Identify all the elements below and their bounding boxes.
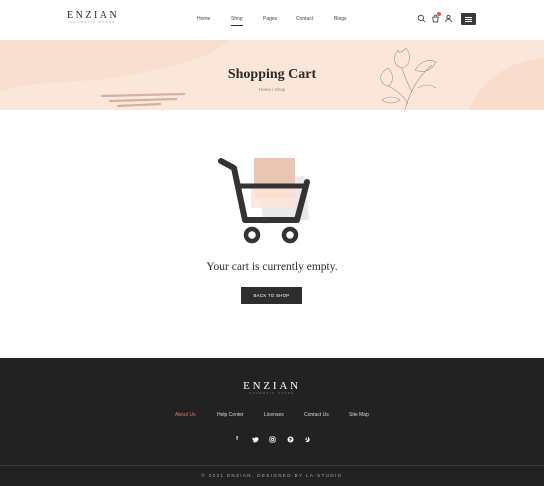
cart-count-badge (437, 12, 441, 16)
footer-logo-tagline: COSMETIC STORE (249, 392, 295, 395)
page-title: Shopping Cart (227, 67, 317, 82)
cart-wheel-left (243, 226, 261, 244)
footer-link-help-center[interactable]: Help Center (217, 411, 244, 419)
nav-blogs[interactable]: Blogs (334, 15, 347, 23)
pinterest-icon[interactable] (286, 435, 294, 443)
menu-toggle-button[interactable] (461, 13, 476, 25)
breadcrumb[interactable]: Home / Shop (0, 87, 544, 93)
footer-divider (0, 465, 544, 466)
back-to-shop-button[interactable]: BACK TO SHOP (241, 287, 302, 304)
instagram-icon[interactable] (268, 435, 276, 443)
site-header: ENZIAN COSMETIC STORE Home Shop Pages Co… (0, 0, 544, 40)
nav-contact[interactable]: Contact (296, 15, 313, 23)
search-icon[interactable] (417, 14, 426, 23)
footer-logo[interactable]: ENZIAN COSMETIC STORE (0, 380, 544, 396)
cart-wheel-right (281, 226, 299, 244)
twitter-icon[interactable] (251, 435, 259, 443)
site-footer: ENZIAN COSMETIC STORE About Us Help Cent… (0, 358, 544, 486)
footer-link-contact-us[interactable]: Contact Us (304, 411, 329, 419)
user-icon[interactable] (444, 14, 453, 23)
copyright-text: © 2021 ENZIAN. DESIGNED BY LA-STUDIO (201, 473, 343, 478)
dribbble-icon[interactable] (303, 435, 311, 443)
empty-cart-message: Your cart is currently empty. (206, 261, 338, 273)
footer-link-about-us[interactable]: About Us (175, 411, 196, 419)
footer-logo-text: ENZIAN (243, 380, 301, 392)
nav-home[interactable]: Home (197, 15, 210, 23)
page-banner: Shopping Cart Home / Shop (0, 40, 544, 110)
footer-link-site-map[interactable]: Site Map (349, 411, 369, 419)
menu-icon (465, 16, 472, 18)
facebook-icon[interactable]: f (233, 435, 241, 443)
footer-link-licenses[interactable]: Licenses (264, 411, 284, 419)
nav-shop[interactable]: Shop (231, 15, 243, 26)
empty-cart-illustration (218, 158, 310, 244)
nav-pages[interactable]: Pages (263, 15, 277, 23)
